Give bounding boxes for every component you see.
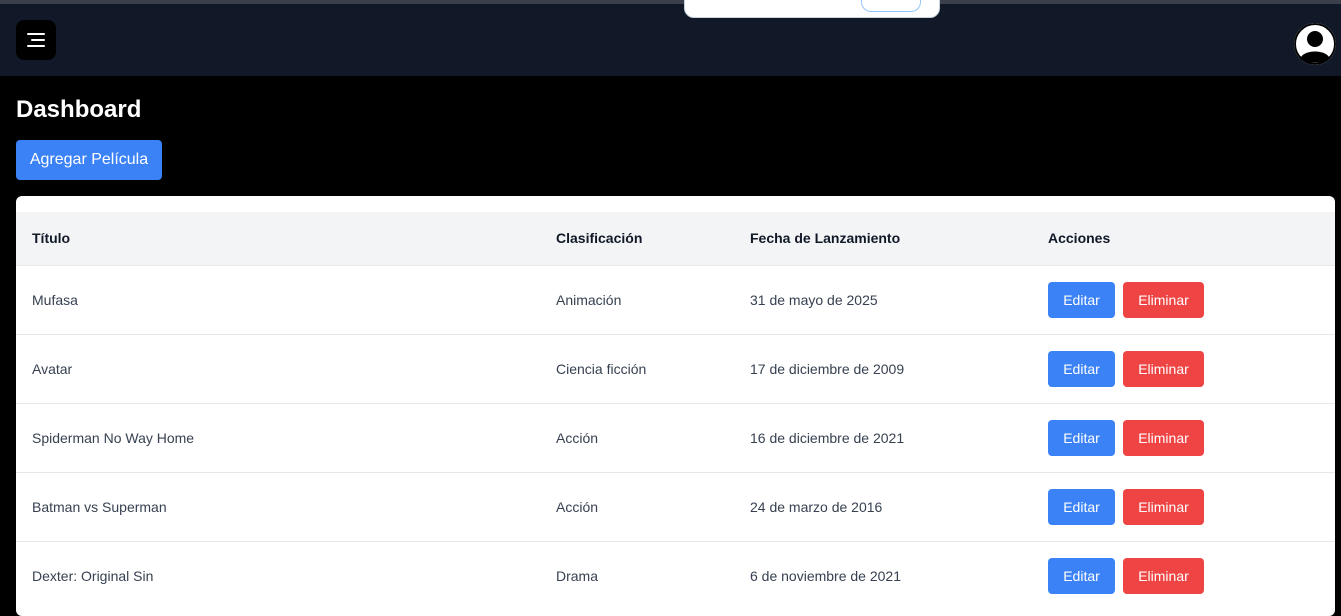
movie-classification-cell: Acción	[556, 498, 599, 515]
menu-icon	[27, 33, 45, 47]
movie-release-cell: 31 de mayo de 2025	[750, 291, 878, 308]
delete-button[interactable]: Eliminar	[1123, 281, 1204, 318]
movie-release-cell: 17 de diciembre de 2009	[750, 360, 905, 377]
menu-button[interactable]	[16, 20, 56, 60]
edit-button[interactable]: Editar	[1048, 419, 1115, 456]
floating-toolbar	[684, 0, 940, 18]
actions-cell: Editar Eliminar	[1032, 265, 1335, 334]
column-header-release-date: Fecha de Lanzamiento	[750, 230, 901, 247]
column-header-title: Título	[32, 230, 71, 247]
movie-title-cell: Avatar	[32, 360, 73, 377]
delete-button[interactable]: Eliminar	[1123, 419, 1204, 456]
table-row: Spiderman No Way Home Acción 16 de dicie…	[16, 403, 1335, 472]
actions-cell: Editar Eliminar	[1032, 472, 1335, 541]
table-row: Avatar Ciencia ficción 17 de diciembre d…	[16, 334, 1335, 403]
edit-button[interactable]: Editar	[1048, 557, 1115, 594]
column-header-actions: Acciones	[1048, 230, 1111, 247]
user-avatar-icon	[1294, 23, 1336, 65]
movie-title-cell: Spiderman No Way Home	[32, 429, 195, 446]
user-avatar[interactable]	[1294, 23, 1336, 65]
add-movie-button[interactable]: Agregar Película	[16, 140, 162, 180]
movie-release-cell: 24 de marzo de 2016	[750, 498, 883, 515]
table-header-row: Título Clasificación Fecha de Lanzamient…	[16, 212, 1335, 265]
top-navbar	[0, 0, 1341, 76]
column-header-classification: Clasificación	[556, 230, 643, 247]
table-row: Batman vs Superman Acción 24 de marzo de…	[16, 472, 1335, 541]
table-row: Mufasa Animación 31 de mayo de 2025 Edit…	[16, 265, 1335, 334]
edit-button[interactable]: Editar	[1048, 488, 1115, 525]
movie-classification-cell: Ciencia ficción	[556, 360, 647, 377]
delete-button[interactable]: Eliminar	[1123, 557, 1204, 594]
actions-cell: Editar Eliminar	[1032, 403, 1335, 472]
floating-toolbar-button[interactable]	[861, 0, 921, 12]
actions-cell: Editar Eliminar	[1032, 334, 1335, 403]
movies-table-card: Título Clasificación Fecha de Lanzamient…	[16, 196, 1335, 616]
movie-classification-cell: Acción	[556, 429, 599, 446]
movie-classification-cell: Animación	[556, 291, 622, 308]
movie-title-cell: Mufasa	[32, 291, 78, 308]
page-title: Dashboard	[16, 96, 142, 123]
edit-button[interactable]: Editar	[1048, 350, 1115, 387]
movies-table: Título Clasificación Fecha de Lanzamient…	[16, 212, 1335, 610]
delete-button[interactable]: Eliminar	[1123, 488, 1204, 525]
edit-button[interactable]: Editar	[1048, 281, 1115, 318]
movie-title-cell: Batman vs Superman	[32, 498, 167, 515]
movie-release-cell: 16 de diciembre de 2021	[750, 429, 905, 446]
delete-button[interactable]: Eliminar	[1123, 350, 1204, 387]
